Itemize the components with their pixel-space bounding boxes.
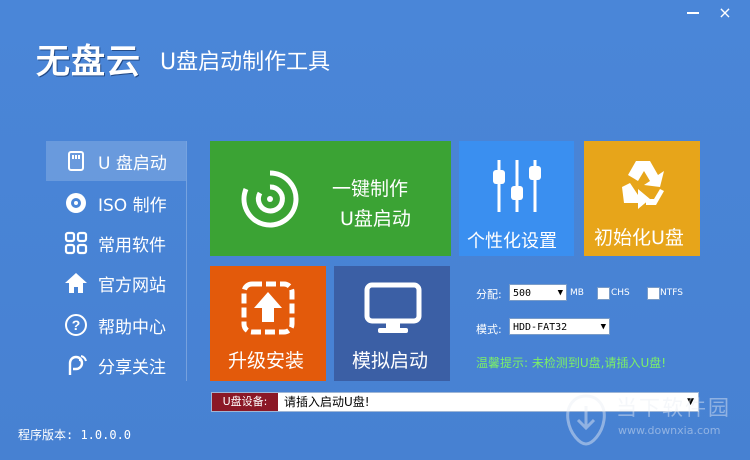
sidebar-item-share[interactable]: 分享关注 [46,345,186,385]
init-usb-label: 初始化U盘 [594,227,684,249]
watermark: 当下软件园 www.downxia.com [560,392,750,452]
simulate-label: 模拟启动 [352,350,429,372]
watermark-text: 当下软件园 [616,396,731,420]
sidebar-item-website[interactable]: 官方网站 [46,263,186,303]
simulate-tile[interactable]: 模拟启动 [334,266,450,381]
watermark-logo-icon [566,394,606,446]
hint-text: 温馨提示: 未检测到U盘,请插入U盘! [476,356,667,370]
minimize-button[interactable] [686,6,700,20]
sidebar-item-usb-boot[interactable]: U 盘启动 [46,141,186,181]
usb-device-tag: U盘设备: [212,393,278,411]
mode-select-value: HDD-FAT32 [513,322,568,333]
sidebar: U 盘启动 ISO 制作 常用软件 官方网站 ? 帮助中心 分享关注 [46,141,187,381]
home-icon [65,273,87,293]
alloc-unit: MB [570,288,584,298]
app-logo: 无盘云 [36,42,141,82]
chevron-down-icon: ▼ [557,288,563,298]
sidebar-item-label: ISO 制作 [98,195,167,216]
sidebar-item-help[interactable]: ? 帮助中心 [46,305,186,345]
upgrade-tile[interactable]: 升级安装 [210,266,326,381]
watermark-url: www.downxia.com [618,424,721,437]
sidebar-item-label: U 盘启动 [98,153,167,174]
apps-grid-icon [64,231,88,255]
sidebar-item-label: 帮助中心 [98,317,166,338]
ntfs-label: NTFS [660,288,683,298]
recycle-icon [622,161,664,209]
mode-label: 模式: [476,323,502,336]
sidebar-item-label: 分享关注 [98,357,166,378]
alloc-select[interactable]: 500 ▼ [509,284,567,301]
alloc-label: 分配: [476,288,502,301]
help-icon: ? [65,314,87,336]
personalize-label: 个性化设置 [467,231,557,252]
chs-checkbox[interactable] [597,287,610,300]
init-usb-tile[interactable]: 初始化U盘 [584,141,700,256]
usb-drive-icon [68,151,84,171]
sidebar-item-label: 官方网站 [98,275,166,296]
disc-icon [66,193,86,213]
share-icon [68,355,87,375]
ntfs-checkbox[interactable] [647,287,660,300]
sidebar-item-label: 常用软件 [98,235,166,256]
sidebar-item-iso[interactable]: ISO 制作 [46,183,186,223]
app-window: × 无盘云 U盘启动制作工具 U 盘启动 ISO 制作 常用软件 官方网站 ? … [0,0,750,460]
svg-text:?: ? [72,317,81,333]
make-usb-line2: U盘启动 [340,208,411,230]
chs-label: CHS [611,288,630,298]
make-usb-line1: 一键制作 [332,178,409,200]
minimize-icon [687,12,699,14]
personalize-tile[interactable]: 个性化设置 [459,141,574,256]
chevron-down-icon: ▼ [600,322,606,332]
close-button[interactable]: × [718,5,732,21]
make-usb-boot-tile[interactable]: 一键制作 U盘启动 [210,141,451,256]
alloc-select-value: 500 [513,288,532,299]
upgrade-label: 升级安装 [228,350,305,372]
mode-select[interactable]: HDD-FAT32 ▼ [509,318,610,335]
monitor-icon [364,282,422,333]
usb-device-text: 请插入启动U盘! [284,395,370,409]
version-text: 程序版本: 1.0.0.0 [18,428,132,442]
disc-burn-icon [241,170,299,228]
app-subtitle: U盘启动制作工具 [160,50,331,75]
sidebar-item-software[interactable]: 常用软件 [46,223,186,263]
sliders-icon [493,160,541,212]
upgrade-arrow-icon [241,281,295,335]
